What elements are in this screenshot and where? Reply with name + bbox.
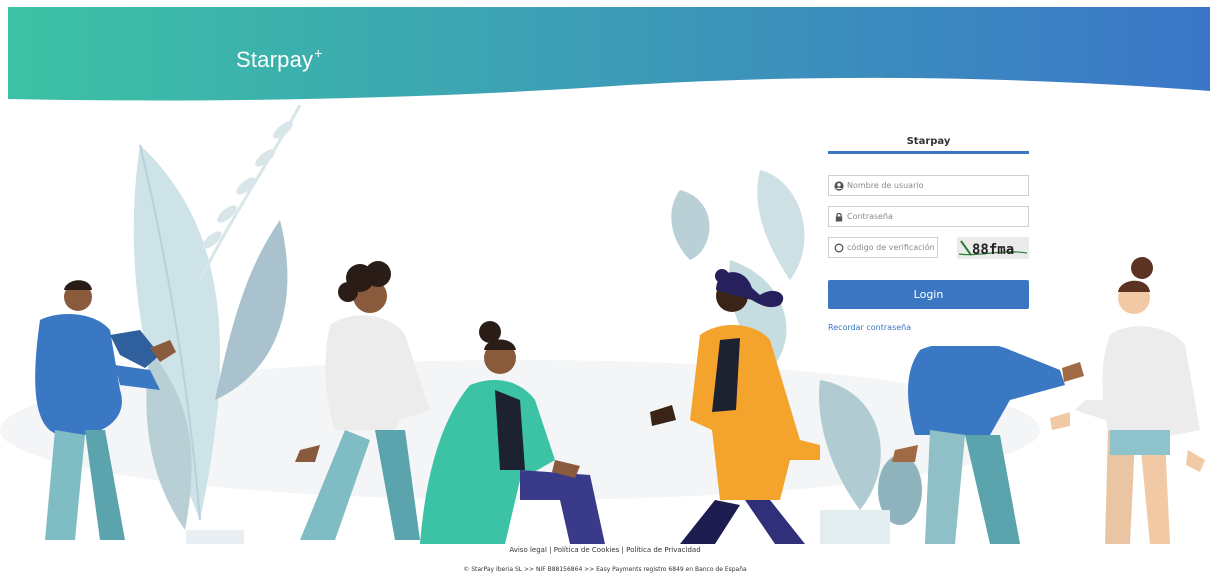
logo-text: Starpay <box>236 47 314 72</box>
password-input[interactable] <box>847 212 997 221</box>
login-page: Starpay+ Starpay Nombre de usuario códig… <box>0 0 1210 574</box>
password-field[interactable] <box>828 206 1029 227</box>
login-button[interactable]: Login <box>828 280 1029 309</box>
username-field[interactable] <box>828 175 1029 196</box>
verification-input[interactable] <box>847 243 935 252</box>
footer-separator: | <box>621 546 624 554</box>
verification-field[interactable] <box>828 237 938 258</box>
login-form: Starpay Nombre de usuario código de veri… <box>828 130 1029 346</box>
remember-password-link[interactable]: Recordar contraseña <box>828 323 911 332</box>
login-title: Starpay <box>906 136 951 147</box>
captcha-image[interactable]: 88fma <box>957 237 1029 259</box>
circle-icon <box>834 243 844 252</box>
footer-separator: | <box>549 546 552 554</box>
footer-link-legal[interactable]: Aviso legal <box>509 546 547 554</box>
captcha-text: 88fma <box>972 242 1014 258</box>
username-input[interactable] <box>847 181 997 190</box>
user-circle-icon <box>834 180 844 191</box>
starpay-logo[interactable]: Starpay+ <box>236 45 323 73</box>
footer-link-cookies[interactable]: Política de Cookies <box>554 546 620 554</box>
header-wave <box>8 7 1210 101</box>
footer-copyright: © StarPay Iberia SL >> NIF B88156864 >> … <box>463 566 747 573</box>
title-underline <box>828 151 1029 154</box>
footer-links: Aviso legal | Política de Cookies | Polí… <box>0 546 1210 554</box>
logo-plus: + <box>314 45 323 61</box>
captcha-art: 88fma <box>957 237 1029 259</box>
header-banner: Starpay+ <box>8 7 1210 107</box>
lock-icon <box>835 212 843 221</box>
footer-link-privacy[interactable]: Política de Privacidad <box>626 546 701 554</box>
